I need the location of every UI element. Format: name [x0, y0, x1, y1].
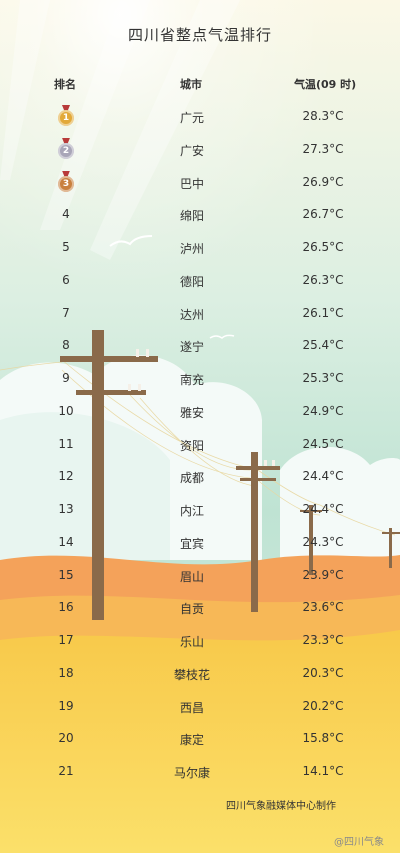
rank-cell: 15 — [58, 567, 74, 582]
rank-cell: 17 — [58, 633, 74, 647]
city-cell: 资阳 — [179, 438, 204, 453]
temp-cell: 20.2°C — [302, 698, 344, 713]
rank-cell: 20 — [58, 731, 74, 746]
rank-cell: 13 — [58, 502, 74, 516]
rank-cell: 18 — [58, 665, 74, 680]
temp-cell: 23.9°C — [302, 567, 344, 582]
header-rank: 排名 — [54, 78, 76, 91]
page-title: 四川省整点气温排行 — [127, 26, 272, 44]
table-row: 20 康定 15.8°C — [0, 723, 400, 756]
table-header: 排名 城市 气温(09 时) — [0, 76, 400, 96]
header-city: 城市 — [180, 78, 202, 91]
city-cell: 攀枝花 — [173, 667, 210, 682]
table-row: 14 宜宾 24.3°C — [0, 527, 400, 560]
watermark: @四川气象 — [334, 837, 384, 848]
temp-cell: 28.3°C — [302, 109, 344, 123]
city-cell: 马尔康 — [173, 766, 210, 780]
rank-cell: 11 — [58, 436, 74, 451]
city-cell: 内江 — [179, 504, 204, 518]
city-cell: 广安 — [179, 143, 204, 158]
rank-cell: 12 — [58, 469, 74, 484]
ranking-table: 1 广元 28.3°C 2 广安 27.3°C 3 巴中 26.9°C 4 绵阳 26.7°C 5 泸州 2… — [0, 101, 400, 789]
table-row: 16 自贡 23.6°C — [0, 592, 400, 625]
temp-cell: 24.5°C — [302, 436, 344, 451]
table-row: 15 眉山 23.9°C — [0, 560, 400, 593]
table-row: 18 攀枝花 20.3°C — [0, 658, 400, 691]
city-cell: 德阳 — [179, 274, 204, 289]
temp-cell: 26.3°C — [302, 272, 344, 287]
city-cell: 巴中 — [179, 176, 204, 191]
city-cell: 西昌 — [179, 700, 204, 715]
table-row: 3 巴中 26.9°C — [0, 167, 400, 200]
temp-cell: 23.6°C — [302, 600, 344, 615]
header-temp: 气温(09 时) — [294, 78, 357, 91]
temp-cell: 25.4°C — [302, 338, 344, 353]
table-row: 10 雅安 24.9°C — [0, 396, 400, 429]
rank-cell: 14 — [58, 534, 74, 549]
gold-medal-icon: 1 — [58, 105, 74, 127]
rank-cell: 9 — [62, 371, 70, 385]
rank-cell: 10 — [58, 403, 74, 418]
table-row: 2 广安 27.3°C — [0, 134, 400, 167]
temp-cell: 26.7°C — [302, 207, 344, 222]
rank-cell: 5 — [62, 240, 70, 254]
silver-medal-icon: 2 — [58, 137, 74, 160]
table-row: 12 成都 24.4°C — [0, 461, 400, 494]
table-row: 17 乐山 23.3°C — [0, 625, 400, 658]
footer-credit: 四川气象融媒体中心制作 — [226, 801, 336, 812]
temp-cell: 14.1°C — [302, 764, 344, 778]
temp-cell: 25.3°C — [302, 371, 344, 385]
city-cell: 康定 — [179, 733, 204, 748]
temp-cell: 24.4°C — [302, 469, 344, 484]
rank-cell: 4 — [62, 207, 70, 222]
table-row: 13 内江 24.4°C — [0, 494, 400, 527]
city-cell: 成都 — [179, 471, 204, 486]
table-row: 21 马尔康 14.1°C — [0, 756, 400, 789]
temp-cell: 23.3°C — [302, 633, 344, 647]
table-row: 11 资阳 24.5°C — [0, 429, 400, 462]
rank-cell: 16 — [58, 600, 74, 615]
ranking-panel: 四川省整点气温排行 排名 城市 气温(09 时) 1 广元 28.3°C 2 广安 27.… — [0, 0, 400, 853]
city-cell: 达州 — [179, 307, 204, 322]
city-cell: 自贡 — [179, 602, 204, 617]
bronze-medal-icon: 3 — [58, 170, 74, 193]
city-cell: 乐山 — [179, 635, 204, 649]
table-row: 6 德阳 26.3°C — [0, 265, 400, 298]
city-cell: 南充 — [179, 373, 204, 387]
temp-cell: 24.3°C — [302, 534, 344, 549]
city-cell: 眉山 — [179, 569, 204, 584]
table-row: 4 绵阳 26.7°C — [0, 199, 400, 232]
temp-cell: 15.8°C — [302, 731, 344, 746]
table-row: 9 南充 25.3°C — [0, 363, 400, 396]
temp-cell: 20.3°C — [302, 665, 344, 680]
table-row: 5 泸州 26.5°C — [0, 232, 400, 265]
city-cell: 宜宾 — [179, 536, 204, 551]
table-row: 7 达州 26.1°C — [0, 298, 400, 331]
temp-cell: 26.9°C — [302, 174, 344, 189]
city-cell: 绵阳 — [179, 209, 204, 224]
temp-cell: 26.5°C — [302, 240, 344, 254]
table-row: 1 广元 28.3°C — [0, 101, 400, 134]
table-row: 19 西昌 20.2°C — [0, 691, 400, 724]
rank-cell: 7 — [62, 305, 70, 320]
table-row: 8 遂宁 25.4°C — [0, 330, 400, 363]
rank-cell: 19 — [58, 698, 74, 713]
rank-cell: 6 — [62, 272, 70, 287]
rank-cell: 21 — [58, 764, 74, 778]
temp-cell: 27.3°C — [302, 141, 344, 156]
city-cell: 广元 — [179, 111, 204, 125]
city-cell: 泸州 — [179, 242, 204, 256]
temp-cell: 24.9°C — [302, 403, 344, 418]
rank-cell: 8 — [62, 338, 70, 353]
temp-cell: 26.1°C — [302, 305, 344, 320]
temp-cell: 24.4°C — [302, 502, 344, 516]
city-cell: 雅安 — [179, 405, 204, 420]
city-cell: 遂宁 — [179, 340, 204, 355]
